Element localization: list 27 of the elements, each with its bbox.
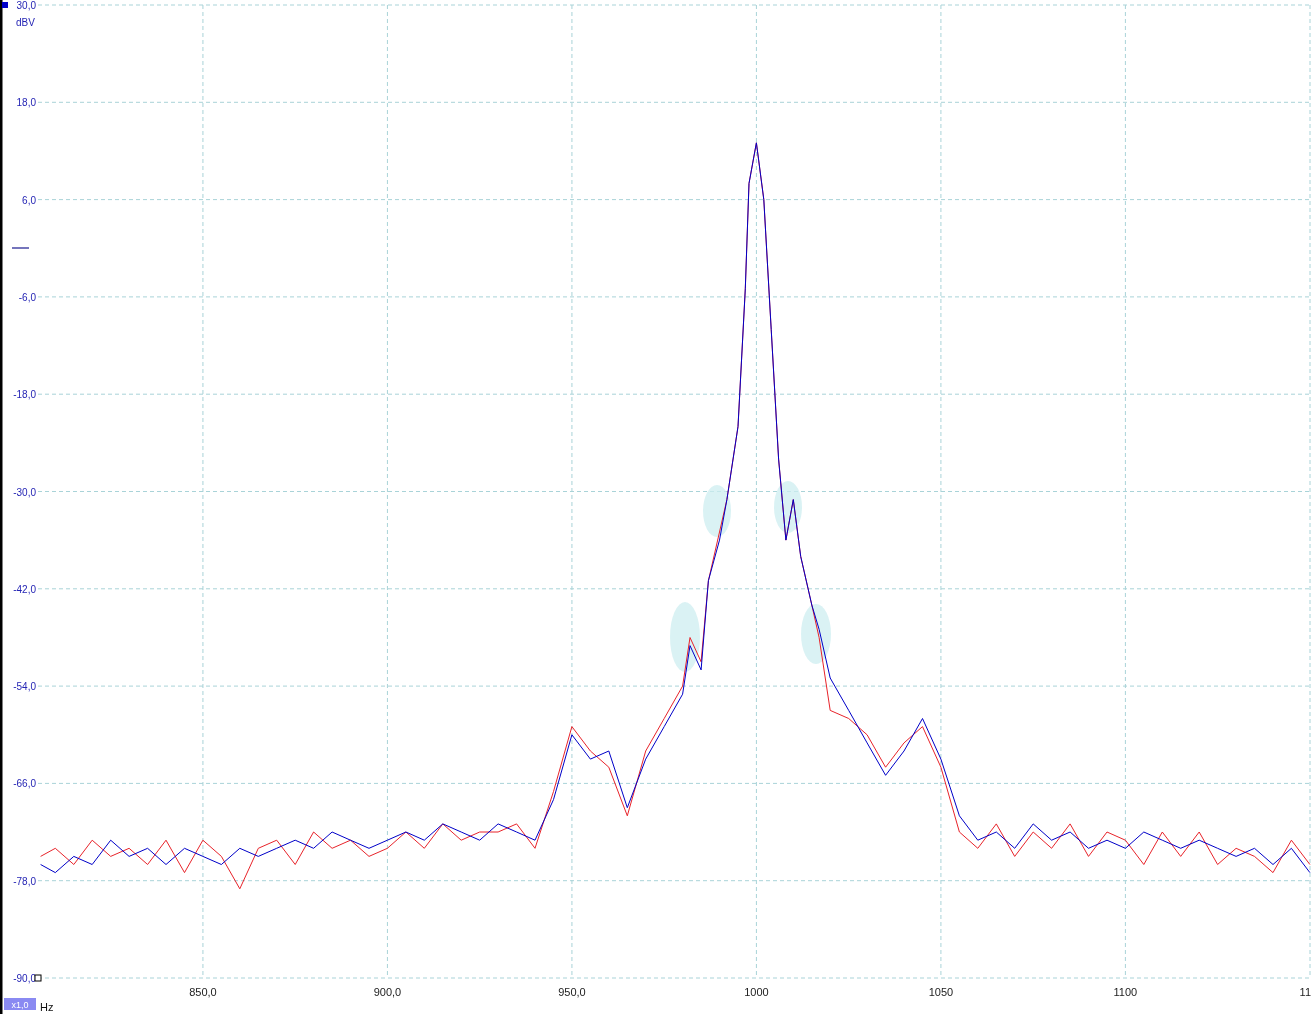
y-tick-label: -42,0: [13, 583, 36, 595]
x-tick-label: 1050: [928, 986, 954, 998]
highlight-ellipse: [703, 485, 731, 537]
channel-marker-icon: [2, 2, 8, 8]
y-tick-label: -66,0: [13, 778, 36, 790]
x-tick-label: 11: [1299, 986, 1311, 998]
y-tick-label: 30,0: [16, 0, 36, 11]
x-tick-label: 1000: [744, 986, 769, 998]
x-tick-label: 950,0: [558, 986, 586, 998]
zoom-badge: x1,0: [4, 998, 36, 1010]
y-tick-label: 18,0: [16, 97, 36, 109]
y-axis-unit: dBV: [16, 17, 35, 28]
x-tick-label: 900,0: [373, 986, 402, 998]
highlight-ellipse: [774, 481, 802, 533]
highlight-ellipse: [670, 602, 700, 672]
y-tick-label: -18,0: [13, 389, 36, 401]
scale-handle-icon[interactable]: [34, 974, 42, 982]
zero-marker-icon[interactable]: [11, 247, 30, 249]
y-tick-label: 6,0: [22, 194, 36, 206]
highlight-ellipse: [801, 604, 831, 664]
y-tick-label: -54,0: [13, 681, 36, 693]
y-tick-label: -30,0: [13, 486, 36, 498]
x-tick-label: 850,0: [189, 986, 217, 998]
y-tick-label: -78,0: [13, 875, 36, 887]
x-tick-label: 1100: [1113, 986, 1138, 998]
x-axis-unit: Hz: [40, 1001, 54, 1013]
y-tick-label: -6,0: [18, 291, 36, 303]
